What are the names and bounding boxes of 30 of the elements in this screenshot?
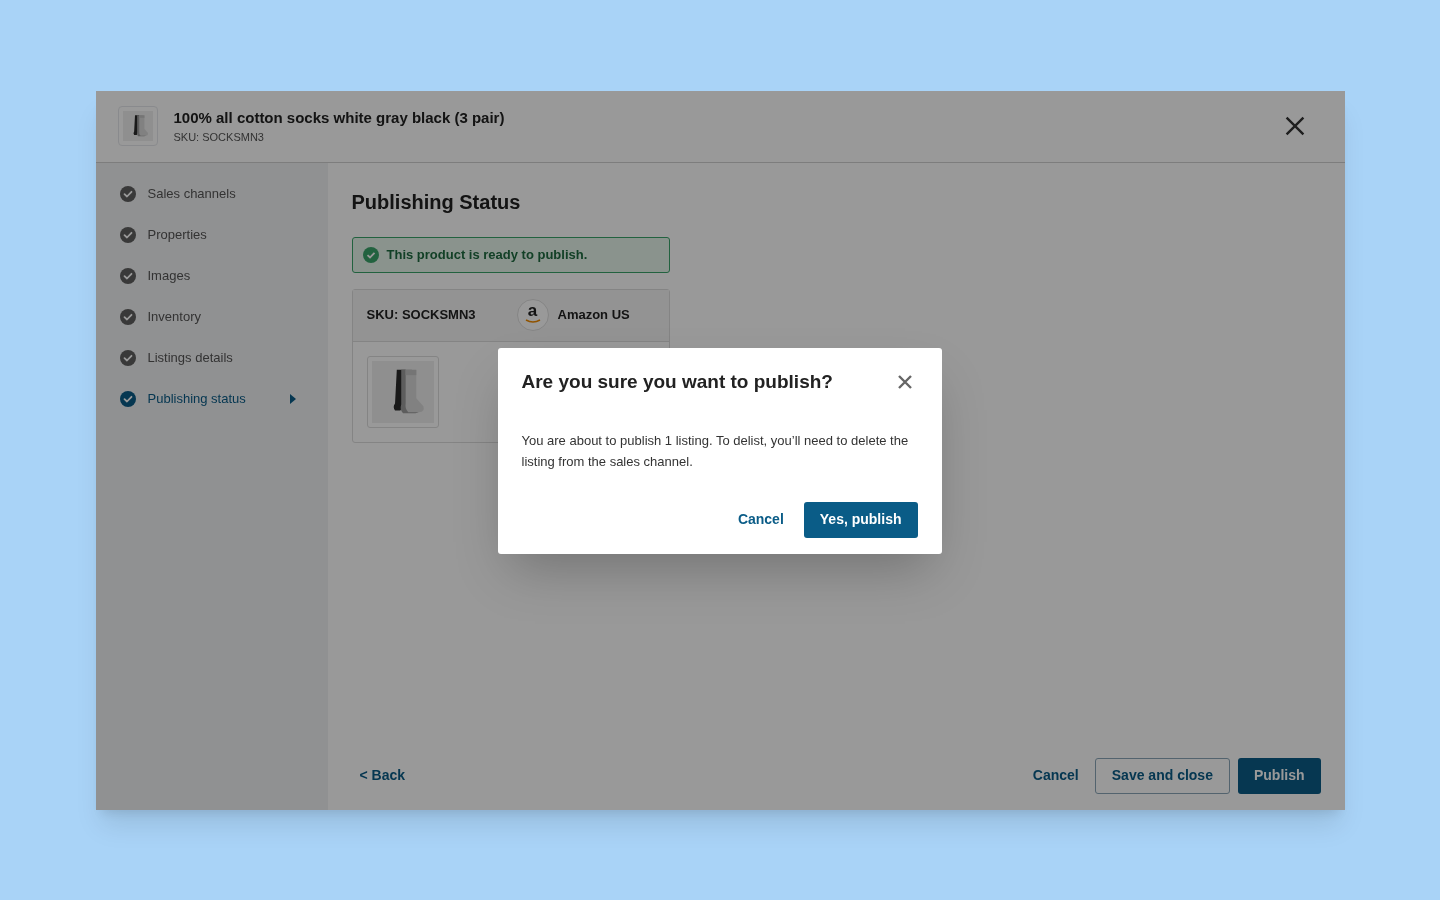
check-circle-icon — [119, 350, 136, 366]
step-item[interactable]: Properties — [119, 225, 304, 245]
product-sku: SKU: SOCKSMN3 — [173, 130, 265, 145]
channel-name: Amazon US — [557, 306, 630, 325]
check-circle-icon — [119, 227, 136, 243]
success-alert: This product is ready to publish. — [351, 236, 670, 273]
step-item[interactable]: Inventory — [119, 307, 304, 327]
check-circle-icon — [119, 186, 136, 202]
confirm-publish-button[interactable]: Yes, publish — [803, 501, 918, 538]
save-close-button[interactable]: Save and close — [1094, 757, 1230, 794]
cancel-button[interactable]: Cancel — [1032, 765, 1079, 786]
section-heading: Publishing Status — [351, 189, 522, 215]
step-item[interactable]: Listings details — [119, 348, 304, 368]
step-item[interactable]: Publishing status — [119, 389, 304, 409]
check-circle-icon — [119, 391, 136, 407]
caret-icon — [289, 394, 296, 404]
step-item[interactable]: Images — [119, 266, 304, 286]
dialog-cancel-button[interactable]: Cancel — [737, 509, 784, 530]
product-title: 100% all cotton socks white gray black (3 pair) — [173, 107, 506, 128]
check-circle-icon — [362, 246, 379, 263]
close-icon[interactable] — [897, 373, 914, 390]
check-circle-icon — [119, 309, 136, 325]
back-link[interactable]: < Back — [359, 765, 406, 786]
dialog-title: Are you sure you want to publish? — [521, 369, 833, 394]
publish-button[interactable]: Publish — [1237, 757, 1321, 794]
listing-sku: SKU: SOCKSMN3 — [366, 306, 477, 325]
channel-logo: a — [516, 299, 549, 331]
dialog-message: You are about to publish 1 listing. To delist, you’ll need to delete the listing from the sales channel. — [521, 432, 910, 471]
check-circle-icon — [119, 268, 136, 284]
step-item[interactable]: Sales channels — [119, 184, 304, 204]
